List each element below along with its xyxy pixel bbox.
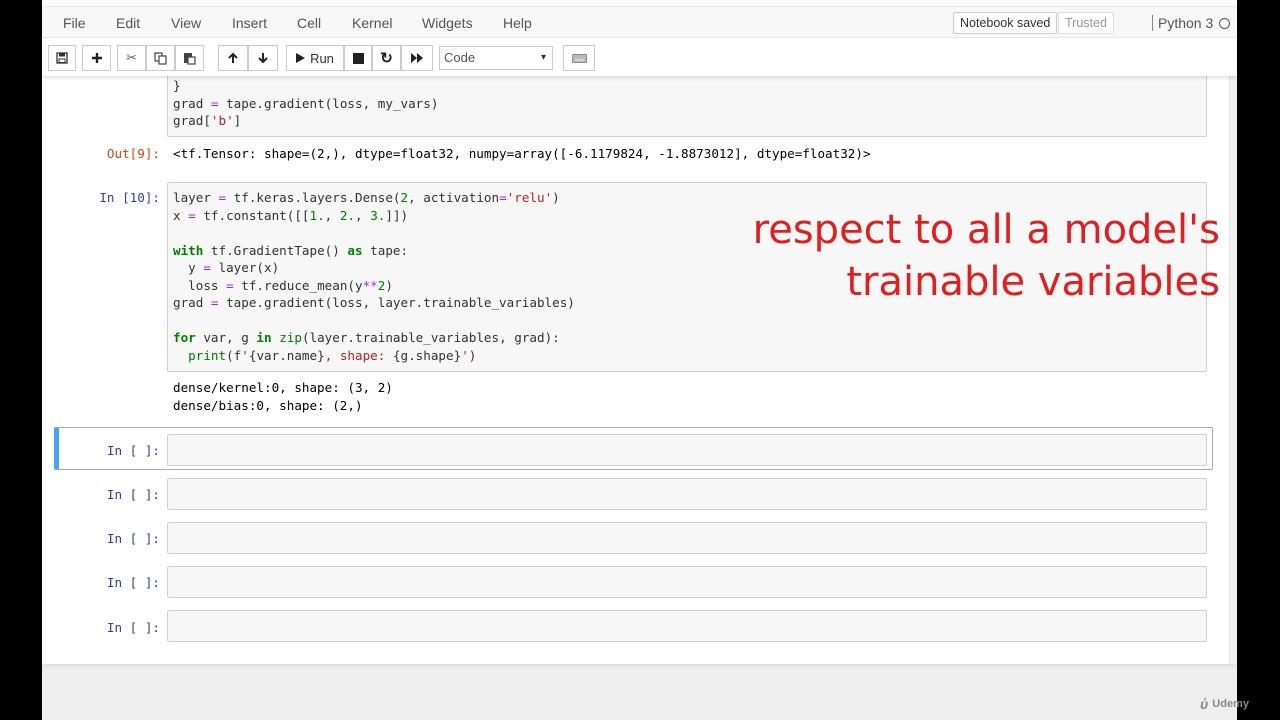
menu-file[interactable]: File bbox=[63, 15, 86, 31]
restart-run-all-button[interactable] bbox=[401, 45, 433, 71]
empty-cell-input[interactable] bbox=[167, 610, 1207, 642]
code-line: grad['b'] bbox=[173, 113, 242, 128]
page-scrollbar[interactable] bbox=[1229, 76, 1237, 664]
in-prompt: In [ ]: bbox=[106, 575, 160, 590]
cell-9-input[interactable]: } grad = tape.gradient(loss, my_vars) gr… bbox=[167, 70, 1207, 137]
code-line: for var, g in zip(layer.trainable_variab… bbox=[173, 330, 560, 345]
empty-cell-input[interactable] bbox=[167, 434, 1207, 466]
kernel-name[interactable]: Python 3 bbox=[1152, 15, 1213, 31]
copy-icon bbox=[154, 51, 167, 65]
copy-button[interactable] bbox=[146, 45, 175, 71]
in-prompt: In [ ]: bbox=[106, 620, 160, 635]
arrow-down-icon bbox=[258, 53, 268, 64]
empty-cell-input[interactable] bbox=[167, 566, 1207, 598]
trusted-indicator[interactable]: Trusted bbox=[1058, 12, 1114, 34]
cell-10-output-line: dense/bias:0, shape: (2,) bbox=[173, 398, 363, 413]
menu-widgets[interactable]: Widgets bbox=[422, 15, 473, 31]
out-prompt: Out[9]: bbox=[106, 146, 160, 161]
notebook-header: File Edit View Insert Cell Kernel Widget… bbox=[42, 0, 1237, 76]
udemy-logo-icon: ὐ bbox=[1200, 696, 1209, 712]
move-down-button[interactable] bbox=[248, 45, 278, 71]
code-line: print(f'{var.name}, shape: {g.shape}') bbox=[188, 347, 477, 363]
menu-insert[interactable]: Insert bbox=[232, 15, 267, 31]
menu-view[interactable]: View bbox=[171, 15, 201, 31]
stop-icon bbox=[352, 52, 364, 64]
notebook-saved-indicator: Notebook saved bbox=[953, 12, 1058, 34]
code-line: } bbox=[173, 78, 181, 93]
video-annotation: respect to all a model's trainable varia… bbox=[753, 204, 1220, 308]
in-prompt: In [ ]: bbox=[106, 487, 160, 502]
annotation-line: trainable variables bbox=[846, 259, 1220, 305]
move-up-button[interactable] bbox=[218, 45, 248, 71]
keyboard-icon bbox=[571, 53, 587, 63]
cell-9-output: <tf.Tensor: shape=(2,), dtype=float32, n… bbox=[173, 146, 871, 161]
fast-forward-icon bbox=[410, 53, 423, 63]
annotation-line: respect to all a model's bbox=[752, 207, 1220, 253]
cut-button[interactable]: ✂ bbox=[117, 45, 146, 71]
menu-help[interactable]: Help bbox=[503, 15, 532, 31]
jupyter-window: File Edit View Insert Cell Kernel Widget… bbox=[42, 0, 1237, 720]
arrow-up-icon bbox=[228, 52, 238, 63]
menu-kernel[interactable]: Kernel bbox=[352, 15, 392, 31]
empty-cell-input[interactable] bbox=[167, 522, 1207, 554]
chevron-down-icon: ▾ bbox=[540, 52, 546, 63]
toolbar: ✂ Run ↻ Code ▾ bbox=[42, 43, 1237, 73]
save-button[interactable] bbox=[48, 45, 76, 71]
in-prompt: In [10]: bbox=[99, 190, 160, 205]
cell-type-value: Code bbox=[444, 50, 476, 65]
command-palette-button[interactable] bbox=[563, 45, 595, 71]
plus-icon bbox=[91, 53, 102, 63]
in-prompt: In [ ]: bbox=[106, 531, 160, 546]
code-line: grad = tape.gradient(loss, my_vars) bbox=[173, 95, 439, 111]
restart-button[interactable]: ↻ bbox=[372, 45, 401, 71]
menu-cell[interactable]: Cell bbox=[297, 15, 321, 31]
menubar: File Edit View Insert Cell Kernel Widget… bbox=[42, 6, 1237, 38]
run-button[interactable]: Run bbox=[286, 45, 344, 71]
cell-10-output-line: dense/kernel:0, shape: (3, 2) bbox=[173, 380, 393, 395]
in-prompt: In [ ]: bbox=[106, 443, 160, 458]
udemy-watermark: ὐ Udemy bbox=[1200, 696, 1249, 712]
empty-cell-input[interactable] bbox=[167, 478, 1207, 510]
cut-icon: ✂ bbox=[126, 50, 137, 65]
watermark-text: Udemy bbox=[1212, 698, 1249, 710]
menu-edit[interactable]: Edit bbox=[116, 15, 140, 31]
cell-type-select[interactable]: Code ▾ bbox=[439, 46, 553, 70]
play-icon bbox=[296, 53, 306, 63]
paste-icon bbox=[184, 52, 196, 65]
interrupt-button[interactable] bbox=[344, 45, 372, 71]
restart-icon: ↻ bbox=[380, 50, 393, 67]
save-icon bbox=[56, 52, 68, 64]
run-label: Run bbox=[310, 50, 334, 66]
kernel-status-icon bbox=[1219, 18, 1230, 29]
notebook-container: } grad = tape.gradient(loss, my_vars) gr… bbox=[42, 70, 1237, 664]
insert-cell-button[interactable] bbox=[82, 45, 111, 71]
paste-button[interactable] bbox=[175, 45, 204, 71]
